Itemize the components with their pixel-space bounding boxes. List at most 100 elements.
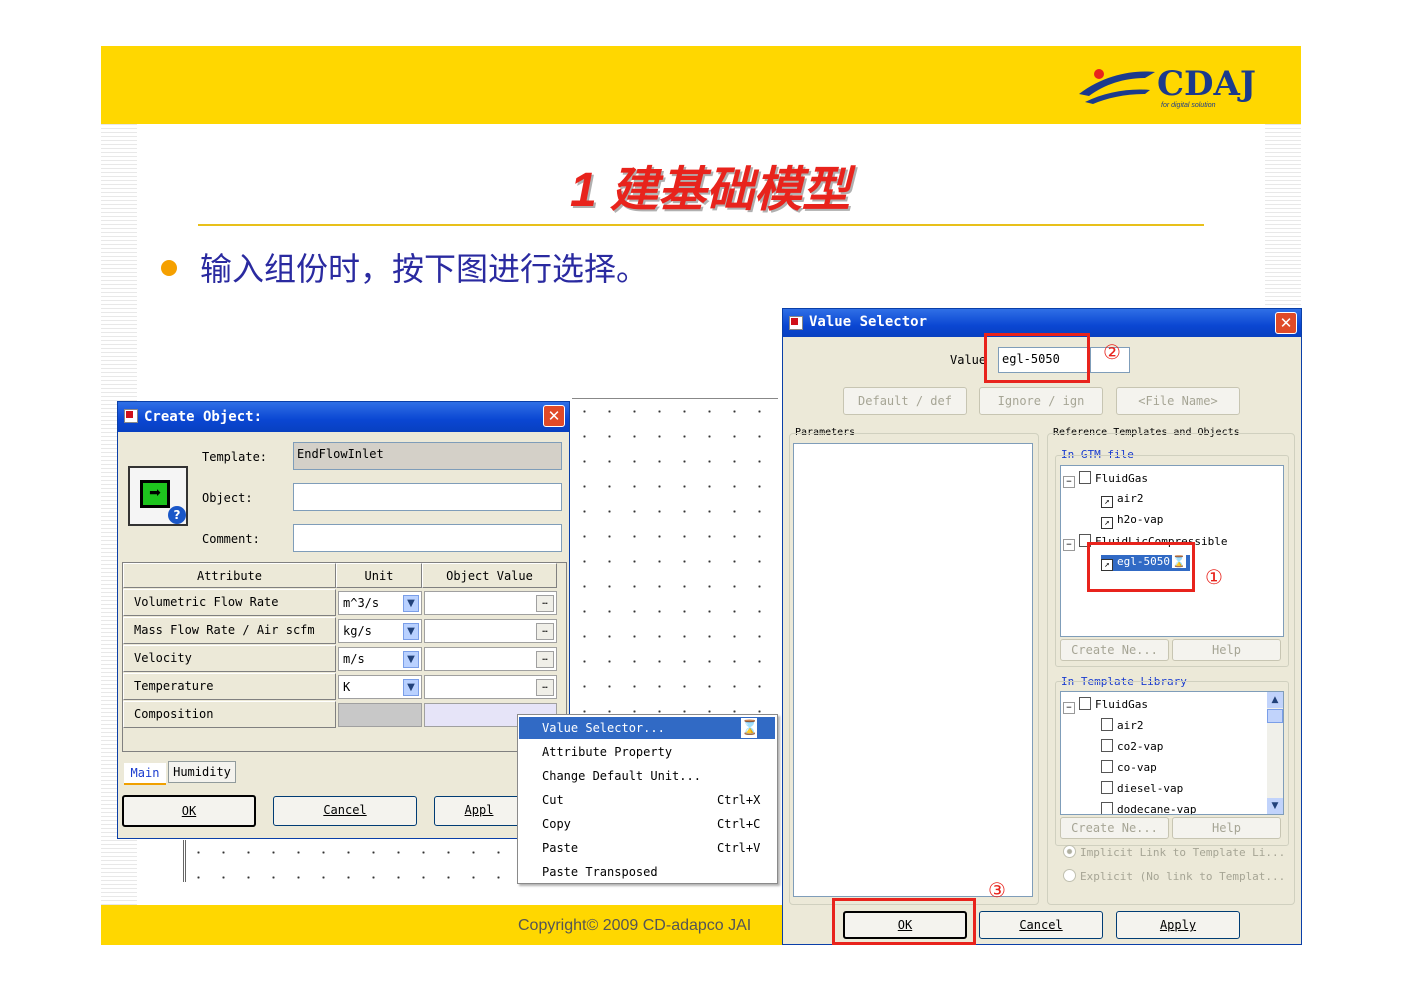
dialog-title: Value Selector xyxy=(809,314,928,330)
unit-select[interactable]: K ▼ xyxy=(338,675,422,699)
unit-cell-disabled xyxy=(338,703,422,727)
bullet-dot xyxy=(161,260,177,276)
collapse-icon[interactable]: − xyxy=(1063,539,1075,551)
tree-node-h2o-vap[interactable]: ↗ h2o-vap xyxy=(1101,513,1163,529)
radio-selected-icon xyxy=(1063,845,1076,858)
template-field: EndFlowInlet xyxy=(293,442,562,470)
lib-help-button[interactable]: Help xyxy=(1172,817,1281,839)
unit-select[interactable]: kg/s ▼ xyxy=(338,619,422,643)
tab-humidity[interactable]: Humidity xyxy=(168,761,236,783)
unit-value: m/s xyxy=(343,652,365,666)
menu-item-copy[interactable]: Copy Ctrl+C xyxy=(519,813,775,835)
unit-select[interactable]: m^3/s ▼ xyxy=(338,591,422,615)
gtm-help-button[interactable]: Help xyxy=(1172,639,1281,661)
menu-item-label: Value Selector... xyxy=(542,721,665,735)
chevron-down-icon[interactable]: ▼ xyxy=(403,623,419,640)
menu-item-value-selector[interactable]: Value Selector... ⌛ xyxy=(519,717,775,739)
gtm-create-new-button[interactable]: Create Ne... xyxy=(1060,639,1169,661)
default-button[interactable]: Default / def xyxy=(843,387,967,415)
tree-label: diesel-vap xyxy=(1117,782,1184,795)
radio-explicit-link[interactable]: Explicit (No link to Templat... xyxy=(1063,869,1285,883)
attribute-cell[interactable]: Composition xyxy=(123,701,336,728)
template-label: Template: xyxy=(202,450,268,464)
radio-implicit-link[interactable]: Implicit Link to Template Li... xyxy=(1063,845,1285,859)
radio-label: Explicit (No link to Templat... xyxy=(1080,870,1286,883)
dialog-title: Create Object: xyxy=(144,409,263,425)
scroll-up-icon[interactable]: ▲ xyxy=(1267,692,1283,708)
cancel-button[interactable]: Cancel xyxy=(979,911,1103,939)
tree-node-diesel-vap[interactable]: diesel-vap xyxy=(1101,781,1183,795)
object-value-cell[interactable]: … xyxy=(424,647,557,671)
object-field[interactable] xyxy=(293,483,562,511)
ignore-button[interactable]: Ignore / ign xyxy=(979,387,1103,415)
column-header[interactable]: Object Value xyxy=(422,563,557,588)
menu-item-paste-transposed[interactable]: Paste Transposed xyxy=(519,861,775,883)
tree-node-air2[interactable]: air2 xyxy=(1101,718,1144,732)
attribute-cell[interactable]: Velocity xyxy=(123,645,336,672)
collapse-icon[interactable]: − xyxy=(1063,476,1075,488)
context-menu: Value Selector... ⌛ Attribute Property C… xyxy=(517,714,778,884)
attribute-cell[interactable]: Volumetric Flow Rate xyxy=(123,589,336,616)
tree-node-co-vap[interactable]: co-vap xyxy=(1101,760,1157,774)
model-canvas-lower[interactable] xyxy=(183,840,522,882)
scrollbar[interactable]: ▲ ▼ xyxy=(1267,692,1283,814)
menu-item-cut[interactable]: Cut Ctrl+X xyxy=(519,789,775,811)
object-label: Object: xyxy=(202,491,253,505)
menu-item-attribute-property[interactable]: Attribute Property xyxy=(519,741,775,763)
ok-button[interactable]: OK xyxy=(122,795,256,827)
model-canvas[interactable] xyxy=(572,398,778,719)
tree-node-fluidgas[interactable]: − FluidGas xyxy=(1063,471,1148,488)
tree-label: FluidGas xyxy=(1095,472,1148,485)
apply-button[interactable]: Appl xyxy=(434,796,524,826)
comment-field[interactable] xyxy=(293,524,562,552)
object-value-cell[interactable]: … xyxy=(424,675,557,699)
tree-node-air2[interactable]: ↗ air2 xyxy=(1101,492,1144,508)
apply-button[interactable]: Apply xyxy=(1116,911,1240,939)
template-icon xyxy=(1101,739,1113,752)
attribute-cell[interactable]: Temperature xyxy=(123,673,336,700)
chevron-down-icon[interactable]: ▼ xyxy=(403,679,419,696)
column-header[interactable]: Unit xyxy=(336,563,422,588)
scroll-down-icon[interactable]: ▼ xyxy=(1267,798,1283,814)
parameters-list[interactable] xyxy=(793,443,1033,897)
column-header[interactable]: Attribute xyxy=(123,563,336,588)
attribute-cell[interactable]: Mass Flow Rate / Air scfm xyxy=(123,617,336,644)
close-icon[interactable]: ✕ xyxy=(543,405,565,427)
lib-create-new-button[interactable]: Create Ne... xyxy=(1060,817,1169,839)
chevron-down-icon[interactable]: ▼ xyxy=(403,651,419,668)
tree-label: co2-vap xyxy=(1117,740,1164,753)
radio-empty-icon xyxy=(1063,869,1076,882)
lib-tree[interactable]: − FluidGas air2 co2-vap co-vap diesel-vap… xyxy=(1060,691,1284,815)
chevron-down-icon[interactable]: ▼ xyxy=(403,595,419,612)
unit-value: K xyxy=(343,680,351,694)
value-selector-dialog: Value Selector ✕ Value egl-5050 Default … xyxy=(782,308,1302,945)
object-value-cell[interactable]: … xyxy=(424,591,557,615)
slide-title: 1 建基础模型 xyxy=(569,164,851,217)
tree-node-co2-vap[interactable]: co2-vap xyxy=(1101,739,1163,753)
collapse-icon[interactable]: − xyxy=(1063,702,1075,714)
link-icon: ↗ xyxy=(1101,496,1113,508)
ellipsis-button[interactable]: … xyxy=(536,651,554,668)
scroll-thumb[interactable] xyxy=(1267,709,1283,723)
file-name-button[interactable]: <File Name> xyxy=(1116,387,1240,415)
ellipsis-button[interactable]: … xyxy=(536,679,554,696)
cancel-button[interactable]: Cancel xyxy=(273,796,417,826)
comment-label: Comment: xyxy=(202,532,260,546)
menu-item-change-default-unit[interactable]: Change Default Unit... xyxy=(519,765,775,787)
unit-select[interactable]: m/s ▼ xyxy=(338,647,422,671)
ellipsis-button[interactable]: … xyxy=(536,595,554,612)
menu-item-paste[interactable]: Paste Ctrl+V xyxy=(519,837,775,859)
create-object-dialog: Create Object: ✕ ➡ ? Template: EndFlowIn… xyxy=(117,401,570,839)
menu-shortcut: Ctrl+C xyxy=(717,817,761,831)
radio-label: Implicit Link to Template Li... xyxy=(1080,846,1286,859)
callout-box-tree-selection xyxy=(1087,542,1195,592)
callout-number-2: ② xyxy=(1103,340,1121,364)
ellipsis-button[interactable]: … xyxy=(536,623,554,640)
template-icon xyxy=(1101,781,1113,794)
create-object-titlebar[interactable]: Create Object: ✕ xyxy=(118,402,569,432)
tab-main[interactable]: Main xyxy=(124,763,166,785)
close-icon[interactable]: ✕ xyxy=(1275,312,1297,334)
object-value-cell[interactable]: … xyxy=(424,619,557,643)
tree-node-dodecane-vap[interactable]: dodecane-vap xyxy=(1101,802,1196,814)
tree-node-fluidgas[interactable]: − FluidGas xyxy=(1063,697,1148,714)
